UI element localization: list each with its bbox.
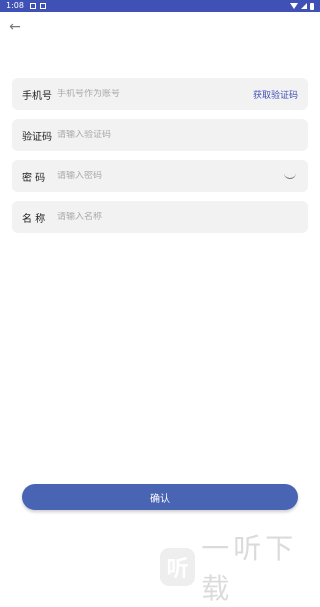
status-time: 1:08 <box>6 1 24 10</box>
phone-label: 手机号 <box>22 90 52 102</box>
status-bar: 1:08 <box>0 0 320 12</box>
name-input[interactable] <box>57 212 298 222</box>
code-field: 验证码 <box>12 119 308 151</box>
arrow-left-icon: ← <box>9 19 21 35</box>
phone-field: 手机号 获取验证码 <box>12 78 308 110</box>
battery-icon <box>310 2 314 10</box>
wifi-icon <box>290 3 298 9</box>
watermark-text: 一听下载 <box>201 532 298 605</box>
signal-icon <box>301 3 307 9</box>
notification-icon <box>39 3 46 9</box>
watermark: 听 一听下载 <box>160 527 320 607</box>
code-label: 验证码 <box>22 131 52 143</box>
phone-input[interactable] <box>57 89 253 99</box>
back-button[interactable]: ← <box>6 18 24 36</box>
get-code-button[interactable]: 获取验证码 <box>253 88 298 101</box>
name-label: 名 称 <box>22 213 46 225</box>
name-field: 名 称 <box>12 201 308 233</box>
password-label: 密 码 <box>22 172 46 184</box>
confirm-button[interactable]: 确认 <box>22 484 298 510</box>
password-input[interactable] <box>57 171 284 181</box>
notification-icon <box>29 3 36 9</box>
watermark-logo: 听 <box>160 548 196 586</box>
code-input[interactable] <box>57 130 298 140</box>
password-field: 密 码 <box>12 160 308 192</box>
eye-closed-icon[interactable] <box>284 173 296 179</box>
